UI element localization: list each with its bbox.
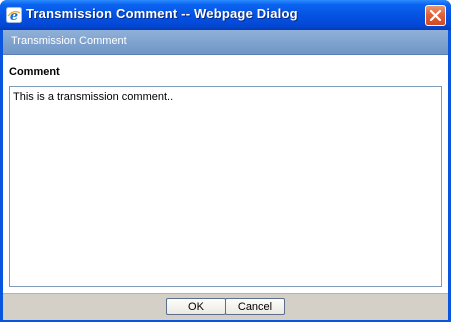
close-button[interactable] xyxy=(425,5,446,26)
window-title: Transmission Comment -- Webpage Dialog xyxy=(26,6,298,21)
section-header: Transmission Comment xyxy=(3,30,448,55)
cancel-button[interactable]: Cancel xyxy=(225,298,285,315)
section-title: Transmission Comment xyxy=(11,35,127,47)
dialog-content: Transmission Comment Comment This is a t… xyxy=(3,30,448,320)
ok-button[interactable]: OK xyxy=(166,298,226,315)
comment-label: Comment xyxy=(9,66,60,78)
ie-icon: e xyxy=(6,7,22,24)
comment-textarea[interactable]: This is a transmission comment.. xyxy=(9,86,442,287)
dialog-window: e Transmission Comment -- Webpage Dialog… xyxy=(0,0,451,322)
title-bar[interactable]: e Transmission Comment -- Webpage Dialog xyxy=(0,0,451,30)
close-icon xyxy=(429,9,442,22)
button-bar: OK Cancel xyxy=(3,293,448,320)
